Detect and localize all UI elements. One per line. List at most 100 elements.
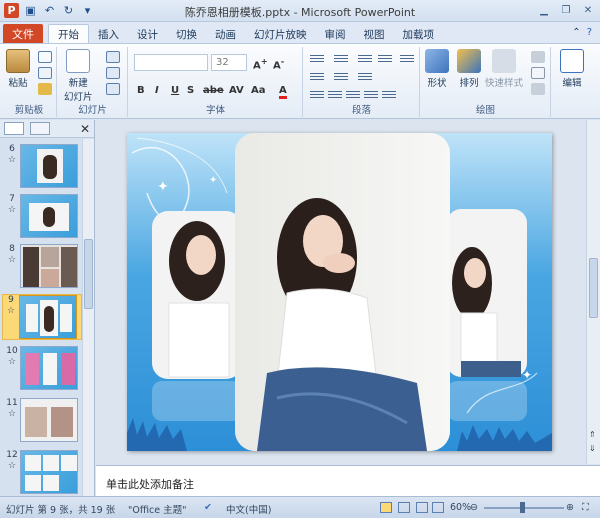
- quick-styles-button[interactable]: 快速样式: [485, 49, 523, 89]
- canvas-scrollbar[interactable]: ⇑ ⇓: [586, 120, 600, 464]
- right-photo-reflection: [447, 381, 527, 421]
- fit-to-window-icon[interactable]: ⛶: [582, 502, 589, 513]
- text-direction-icon[interactable]: [310, 71, 324, 81]
- font-color-icon[interactable]: A: [279, 85, 287, 99]
- shadow-button[interactable]: S: [187, 85, 194, 96]
- slide-number: 7 ☆: [7, 194, 17, 215]
- line-spacing-icon[interactable]: [400, 53, 414, 63]
- slide-thumbnail-8[interactable]: 8 ☆: [4, 244, 80, 290]
- tab-insert[interactable]: 插入: [89, 24, 128, 44]
- grow-font-icon[interactable]: A+: [253, 56, 268, 71]
- section-icon[interactable]: [106, 83, 120, 95]
- align-right-icon[interactable]: [346, 89, 360, 99]
- slide-thumbnail-7[interactable]: 7 ☆: [4, 194, 80, 240]
- center-photo-jeans: [257, 367, 427, 451]
- spell-check-icon[interactable]: ✔: [204, 502, 212, 513]
- font-size-input[interactable]: 32: [211, 54, 247, 71]
- slide-artwork: ✦ ✦ ✦: [127, 133, 552, 451]
- cut-icon[interactable]: [38, 51, 52, 63]
- right-photo-top: [460, 312, 498, 364]
- bullets-icon[interactable]: [310, 53, 324, 63]
- align-text-icon[interactable]: [334, 71, 348, 81]
- current-slide[interactable]: ✦ ✦ ✦: [127, 133, 552, 451]
- scrollbar-thumb[interactable]: [84, 239, 93, 309]
- slide-thumbnail-9[interactable]: 9 ☆: [2, 294, 82, 340]
- decrease-indent-icon[interactable]: [358, 53, 372, 63]
- smartart-icon[interactable]: [358, 71, 372, 81]
- theme-name[interactable]: "Office 主题": [128, 502, 187, 516]
- justify-icon[interactable]: [364, 89, 378, 99]
- slide-thumbnail-6[interactable]: 6 ☆: [4, 144, 80, 190]
- slide-thumbnail-11[interactable]: 11 ☆: [4, 398, 80, 444]
- bold-button[interactable]: B: [137, 85, 145, 96]
- slides-pane-scrollbar[interactable]: [82, 139, 94, 496]
- tab-transitions[interactable]: 切换: [167, 24, 206, 44]
- tab-home[interactable]: 开始: [48, 24, 89, 44]
- outline-tab[interactable]: [30, 122, 50, 135]
- align-center-icon[interactable]: [328, 89, 342, 99]
- tab-slideshow[interactable]: 幻灯片放映: [245, 24, 316, 44]
- left-photo-face: [186, 235, 216, 275]
- copy-icon[interactable]: [38, 67, 52, 79]
- restore-button[interactable]: ❐: [558, 3, 574, 17]
- zoom-in-icon[interactable]: ⊕: [566, 502, 574, 513]
- reset-icon[interactable]: [106, 67, 120, 79]
- layout-icon[interactable]: [106, 51, 120, 63]
- paste-icon: [6, 49, 30, 73]
- shrink-font-icon[interactable]: A-: [273, 56, 284, 71]
- zoom-slider-thumb[interactable]: [520, 502, 525, 513]
- slide-number: 6 ☆: [7, 144, 17, 165]
- shape-fill-icon[interactable]: [531, 51, 545, 63]
- language-indicator[interactable]: 中文(中国): [226, 502, 271, 516]
- font-name-input[interactable]: [134, 54, 208, 71]
- slideshow-view-icon[interactable]: [432, 502, 444, 513]
- arrange-button[interactable]: 排列: [457, 49, 481, 89]
- align-left-icon[interactable]: [310, 89, 324, 99]
- tab-design[interactable]: 设计: [128, 24, 167, 44]
- close-pane-icon[interactable]: ✕: [80, 122, 90, 136]
- slide-number: 10 ☆: [6, 346, 18, 367]
- change-case-icon[interactable]: Aa: [251, 85, 266, 96]
- minimize-button[interactable]: ▁: [536, 3, 552, 17]
- scrollbar-thumb[interactable]: [589, 258, 598, 318]
- tab-addins[interactable]: 加载项: [394, 24, 444, 44]
- slide-thumbnail-12[interactable]: 12 ☆: [4, 450, 80, 496]
- tab-view[interactable]: 视图: [355, 24, 394, 44]
- zoom-level[interactable]: 60%: [450, 502, 471, 513]
- editing-button[interactable]: 编辑: [560, 49, 584, 89]
- paste-button[interactable]: 粘贴: [6, 49, 30, 89]
- slide-thumbnail-image: [20, 194, 78, 238]
- next-slide-icon[interactable]: ⇓: [589, 444, 596, 453]
- format-painter-icon[interactable]: [38, 83, 52, 95]
- columns-icon[interactable]: [382, 89, 396, 99]
- shapes-button[interactable]: 形状: [425, 49, 449, 89]
- tab-review[interactable]: 审阅: [316, 24, 355, 44]
- quick-styles-icon: [492, 49, 516, 73]
- underline-button[interactable]: U: [171, 85, 179, 96]
- zoom-out-icon[interactable]: ⊖: [470, 502, 478, 513]
- prev-slide-icon[interactable]: ⇑: [589, 430, 596, 439]
- strikethrough-button[interactable]: abe: [203, 85, 224, 96]
- slide-thumbnail-10[interactable]: 10 ☆: [4, 346, 80, 392]
- reading-view-icon[interactable]: [416, 502, 428, 513]
- shape-outline-icon[interactable]: [531, 67, 545, 79]
- shape-effects-icon[interactable]: [531, 83, 545, 95]
- close-button[interactable]: ✕: [580, 3, 596, 17]
- notes-pane[interactable]: 单击此处添加备注: [96, 465, 600, 496]
- italic-button[interactable]: I: [155, 85, 159, 96]
- char-spacing-icon[interactable]: AV: [229, 85, 244, 96]
- minimize-ribbon-icon[interactable]: ⌃: [572, 27, 580, 38]
- normal-view-icon[interactable]: [380, 502, 392, 513]
- slide-canvas: ✦ ✦ ✦ ⇑ ⇓: [96, 120, 600, 464]
- help-icon[interactable]: ?: [587, 27, 592, 38]
- tab-animations[interactable]: 动画: [206, 24, 245, 44]
- right-photo-face: [464, 258, 486, 288]
- tab-file[interactable]: 文件: [3, 24, 43, 43]
- numbering-icon[interactable]: [334, 53, 348, 63]
- increase-indent-icon[interactable]: [378, 53, 392, 63]
- slide-sorter-icon[interactable]: [398, 502, 410, 513]
- new-slide-button[interactable]: 新建 幻灯片: [64, 49, 93, 103]
- right-photo-jeans: [461, 361, 521, 377]
- slide-thumbnail-image: [19, 295, 77, 339]
- slides-tab[interactable]: [4, 122, 24, 135]
